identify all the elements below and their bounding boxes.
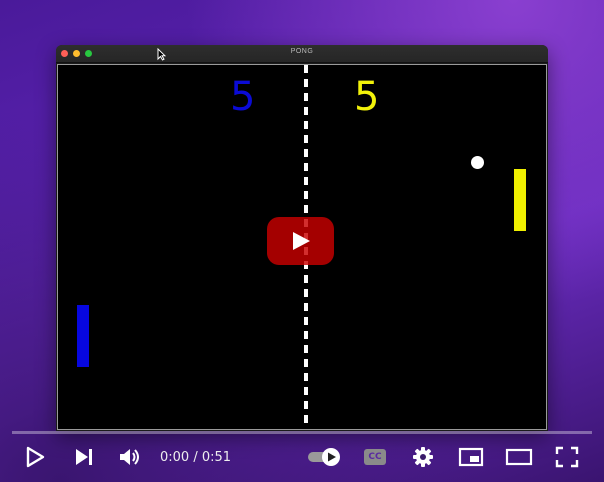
big-play-button[interactable] bbox=[267, 217, 334, 265]
time-display: 0:00 / 0:51 bbox=[160, 450, 232, 465]
left-score: 5 bbox=[230, 74, 256, 120]
volume-icon bbox=[120, 449, 139, 465]
captions-button[interactable]: CC bbox=[362, 444, 388, 470]
play-icon bbox=[293, 232, 310, 250]
miniplayer-icon bbox=[458, 447, 484, 467]
window-titlebar[interactable]: PONG bbox=[56, 45, 548, 63]
left-paddle bbox=[77, 305, 89, 367]
captions-icon: CC bbox=[364, 449, 386, 465]
mute-button[interactable] bbox=[116, 444, 144, 470]
player-controls: 0:00 / 0:51 CC bbox=[0, 438, 604, 478]
autoplay-toggle-icon bbox=[308, 448, 340, 466]
window-title: PONG bbox=[290, 48, 314, 55]
next-button[interactable] bbox=[71, 444, 97, 470]
fullscreen-button[interactable] bbox=[553, 444, 581, 470]
right-paddle bbox=[514, 169, 526, 231]
mouse-cursor-icon bbox=[157, 48, 166, 61]
gear-icon bbox=[413, 447, 433, 467]
play-button[interactable] bbox=[22, 444, 48, 470]
settings-button[interactable] bbox=[410, 444, 436, 470]
autoplay-toggle[interactable] bbox=[306, 444, 342, 470]
theater-mode-icon bbox=[505, 448, 533, 466]
fullscreen-icon bbox=[555, 446, 579, 468]
progress-bar[interactable] bbox=[12, 431, 592, 434]
miniplayer-button[interactable] bbox=[457, 444, 485, 470]
next-icon bbox=[76, 449, 92, 465]
theater-mode-button[interactable] bbox=[504, 444, 534, 470]
play-icon bbox=[26, 446, 45, 468]
ball bbox=[471, 156, 484, 169]
right-score: 5 bbox=[354, 74, 380, 120]
